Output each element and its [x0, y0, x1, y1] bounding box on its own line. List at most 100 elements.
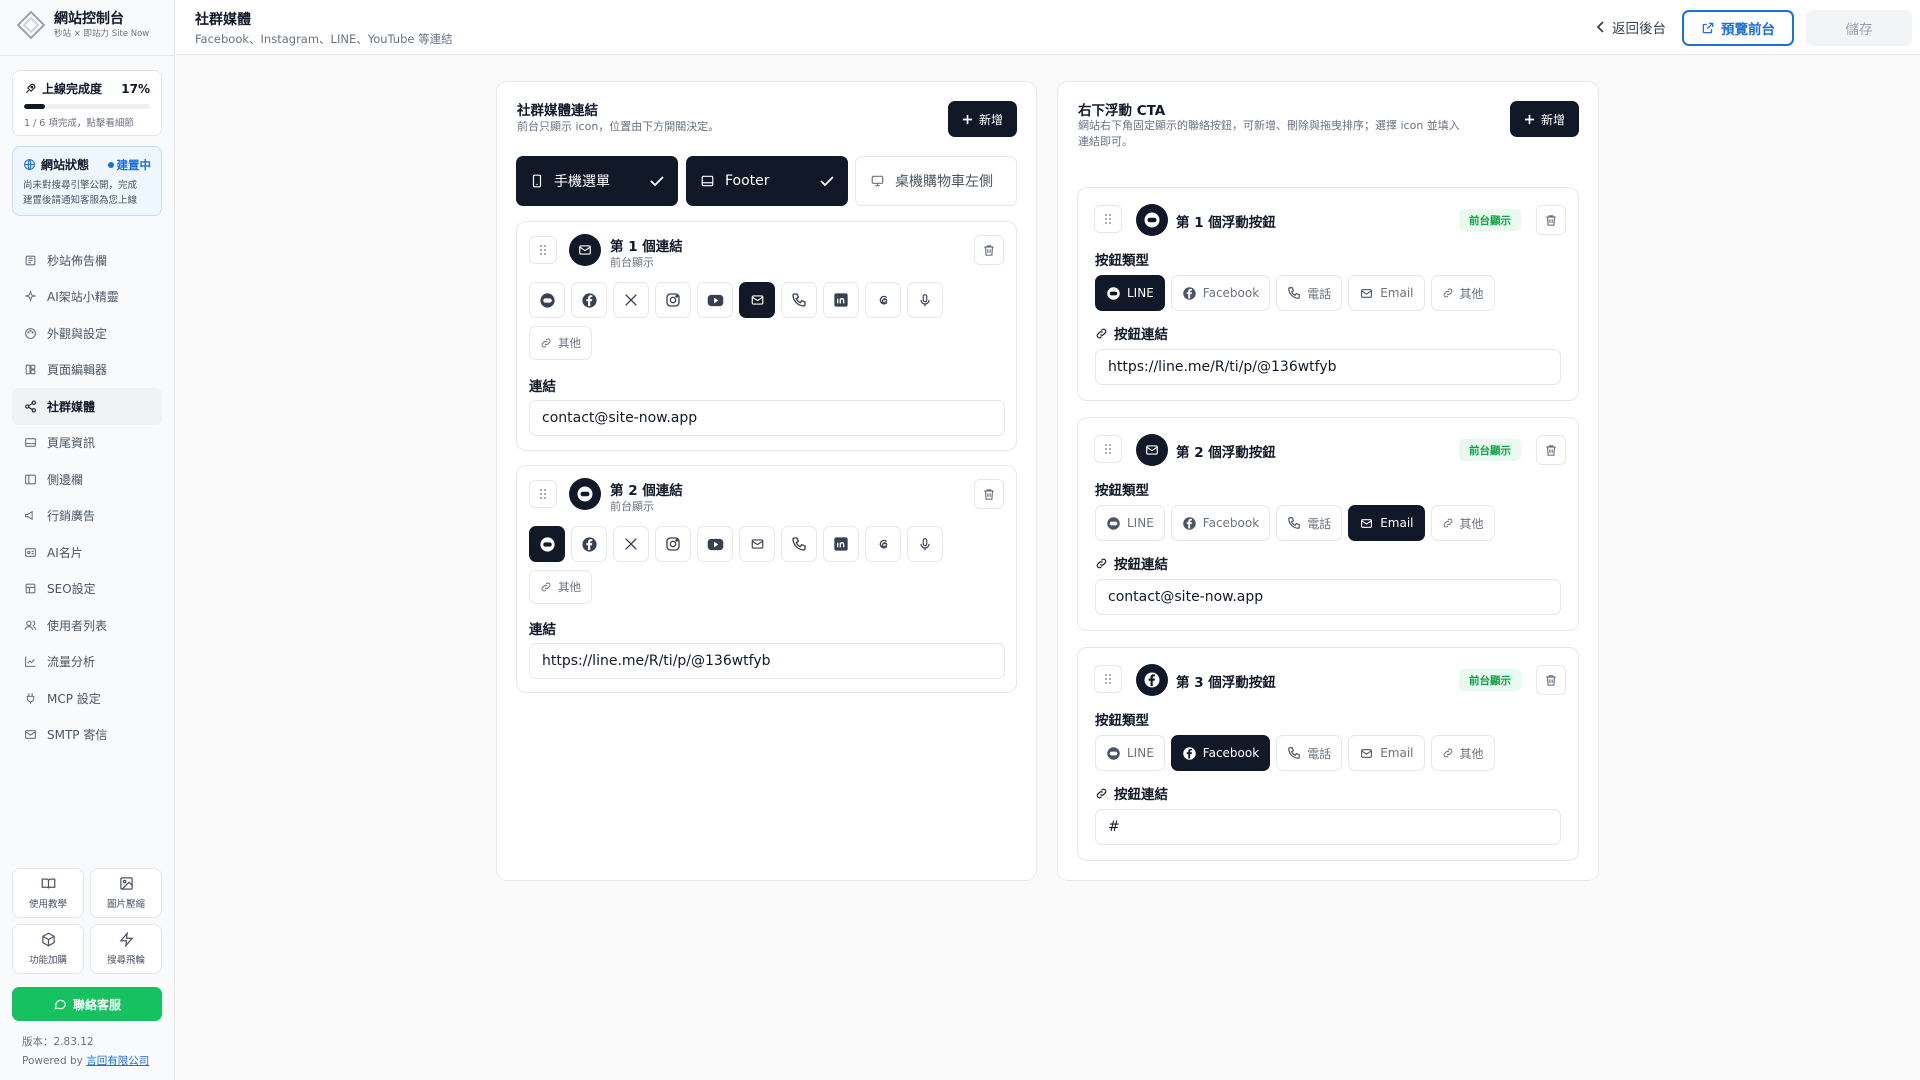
phone-icon [792, 537, 806, 551]
sidebar-item-analytics[interactable]: 流量分析 [12, 644, 162, 681]
pick-line[interactable] [529, 526, 565, 562]
type-email[interactable]: Email [1348, 505, 1425, 541]
pick-linkedin[interactable] [823, 526, 859, 562]
type-phone[interactable]: 電話 [1276, 735, 1343, 771]
type-facebook[interactable]: Facebook [1170, 275, 1271, 311]
tile-tutorial[interactable]: 使用教學 [12, 868, 84, 918]
pick-microphone[interactable] [907, 526, 943, 562]
phone-icon [792, 293, 806, 307]
pick-facebook[interactable] [571, 282, 607, 318]
type-other[interactable]: 其他 [1430, 275, 1495, 311]
delete-cta-button[interactable] [1536, 665, 1566, 695]
type-other[interactable]: 其他 [1430, 735, 1495, 771]
type-email[interactable]: Email [1348, 275, 1425, 311]
pick-facebook[interactable] [571, 526, 607, 562]
email-icon [1146, 445, 1158, 455]
pick-youtube[interactable] [697, 526, 733, 562]
link-icon [1096, 788, 1107, 798]
sidebar-item-mcp[interactable]: MCP 設定 [12, 680, 162, 717]
toggle-mobile-menu[interactable]: 手機選單 [516, 156, 678, 206]
type-label-text: Email [1380, 516, 1414, 530]
pick-phone[interactable] [781, 282, 817, 318]
tile-image-compress[interactable]: 圖片壓縮 [90, 868, 162, 918]
progress-card[interactable]: 上線完成度 17% 1 / 6 項完成，點擊看細節 [12, 70, 162, 136]
type-other[interactable]: 其他 [1430, 505, 1495, 541]
sidebar-item-sidebar[interactable]: 側邊欄 [12, 461, 162, 498]
sidebar-item-seo[interactable]: SEO設定 [12, 571, 162, 608]
link-input[interactable]: contact@site-now.app [529, 400, 1005, 436]
sidebar-item-page-editor[interactable]: 頁面編輯器 [12, 352, 162, 389]
pick-line[interactable] [529, 282, 565, 318]
trash-icon [984, 488, 994, 500]
sidebar-item-footer[interactable]: 頁尾資訊 [12, 425, 162, 462]
pick-youtube[interactable] [697, 282, 733, 318]
delete-link-button[interactable] [974, 235, 1004, 265]
delete-cta-button[interactable] [1536, 435, 1566, 465]
x-icon [625, 294, 637, 306]
type-phone[interactable]: 電話 [1276, 275, 1343, 311]
type-facebook[interactable]: Facebook [1170, 735, 1271, 771]
toggle-desktop-cart-left[interactable]: 桌機購物車左側 [855, 156, 1017, 206]
grip-icon [539, 488, 547, 500]
sidebar-item-appearance[interactable]: 外觀與設定 [12, 315, 162, 352]
add-social-link-button[interactable]: 新增 [948, 101, 1017, 137]
pick-microphone[interactable] [907, 282, 943, 318]
logo[interactable]: 網站控制台 秒站 × 即站力 Site Now [16, 10, 149, 40]
pick-email[interactable] [739, 282, 775, 318]
pick-instagram[interactable] [655, 526, 691, 562]
package-icon [41, 932, 55, 947]
type-line[interactable]: LINE [1095, 735, 1165, 771]
sidebar-item-social-media[interactable]: 社群媒體 [12, 388, 162, 425]
delete-cta-button[interactable] [1536, 205, 1566, 235]
pick-other[interactable]: 其他 [529, 326, 592, 360]
drag-handle[interactable] [1094, 665, 1122, 693]
pick-linkedin[interactable] [823, 282, 859, 318]
site-status-card[interactable]: 網站狀態 建置中 尚未對搜尋引擎公開，完成 建置後請通知客服為您上線 [12, 146, 162, 216]
pick-instagram[interactable] [655, 282, 691, 318]
add-cta-button[interactable]: 新增 [1510, 101, 1579, 137]
sidebar-item-ai-card[interactable]: AI名片 [12, 534, 162, 571]
sidebar-item-ai-wizard[interactable]: AI架站小精靈 [12, 279, 162, 316]
link-icon-picker [529, 282, 943, 318]
powered-by: Powered by 言回有限公司 [22, 1053, 149, 1068]
pick-phone[interactable] [781, 526, 817, 562]
sidebar-item-marketing[interactable]: 行銷廣告 [12, 498, 162, 535]
type-email[interactable]: Email [1348, 735, 1425, 771]
save-button[interactable]: 儲存 [1806, 10, 1912, 46]
line-icon [577, 486, 593, 502]
preview-label: 預覽前台 [1721, 22, 1775, 38]
sidebar-item-smtp[interactable]: SMTP 寄信 [12, 717, 162, 754]
type-line[interactable]: LINE [1095, 275, 1165, 311]
tile-search-flywheel[interactable]: 搜尋飛輪 [90, 924, 162, 974]
drag-handle[interactable] [1094, 435, 1122, 463]
other-label: 其他 [558, 580, 581, 594]
drag-handle[interactable] [529, 480, 557, 508]
pick-threads[interactable] [865, 282, 901, 318]
drag-handle[interactable] [1094, 205, 1122, 233]
drag-handle[interactable] [529, 236, 557, 264]
cta-link-input[interactable]: contact@site-now.app [1095, 579, 1561, 615]
link-input[interactable]: https://line.me/R/ti/p/@136wtfyb [529, 643, 1005, 679]
pick-email[interactable] [739, 526, 775, 562]
tile-addons[interactable]: 功能加購 [12, 924, 84, 974]
contact-support-button[interactable]: 聯絡客服 [12, 987, 162, 1021]
delete-link-button[interactable] [974, 479, 1004, 509]
sidebar-item-users[interactable]: 使用者列表 [12, 607, 162, 644]
type-facebook[interactable]: Facebook [1170, 505, 1271, 541]
pick-threads[interactable] [865, 526, 901, 562]
cta-link-input[interactable]: # [1095, 809, 1561, 845]
toggle-footer[interactable]: Footer [686, 156, 848, 206]
type-line[interactable]: LINE [1095, 505, 1165, 541]
phone-icon [532, 174, 542, 188]
cta-link-input[interactable]: https://line.me/R/ti/p/@136wtfyb [1095, 349, 1561, 385]
back-to-admin-button[interactable]: 返回後台 [1596, 17, 1666, 37]
pick-x[interactable] [613, 526, 649, 562]
cta-panel-title: 右下浮動 CTA [1078, 103, 1166, 119]
pick-x[interactable] [613, 282, 649, 318]
pick-other[interactable]: 其他 [529, 570, 592, 604]
sidebar-item-bulletin[interactable]: 秒站佈告欄 [12, 242, 162, 279]
type-phone[interactable]: 電話 [1276, 505, 1343, 541]
company-link[interactable]: 言回有限公司 [86, 1055, 149, 1067]
preview-frontend-button[interactable]: 預覽前台 [1682, 10, 1794, 46]
link-icon [1096, 558, 1107, 568]
